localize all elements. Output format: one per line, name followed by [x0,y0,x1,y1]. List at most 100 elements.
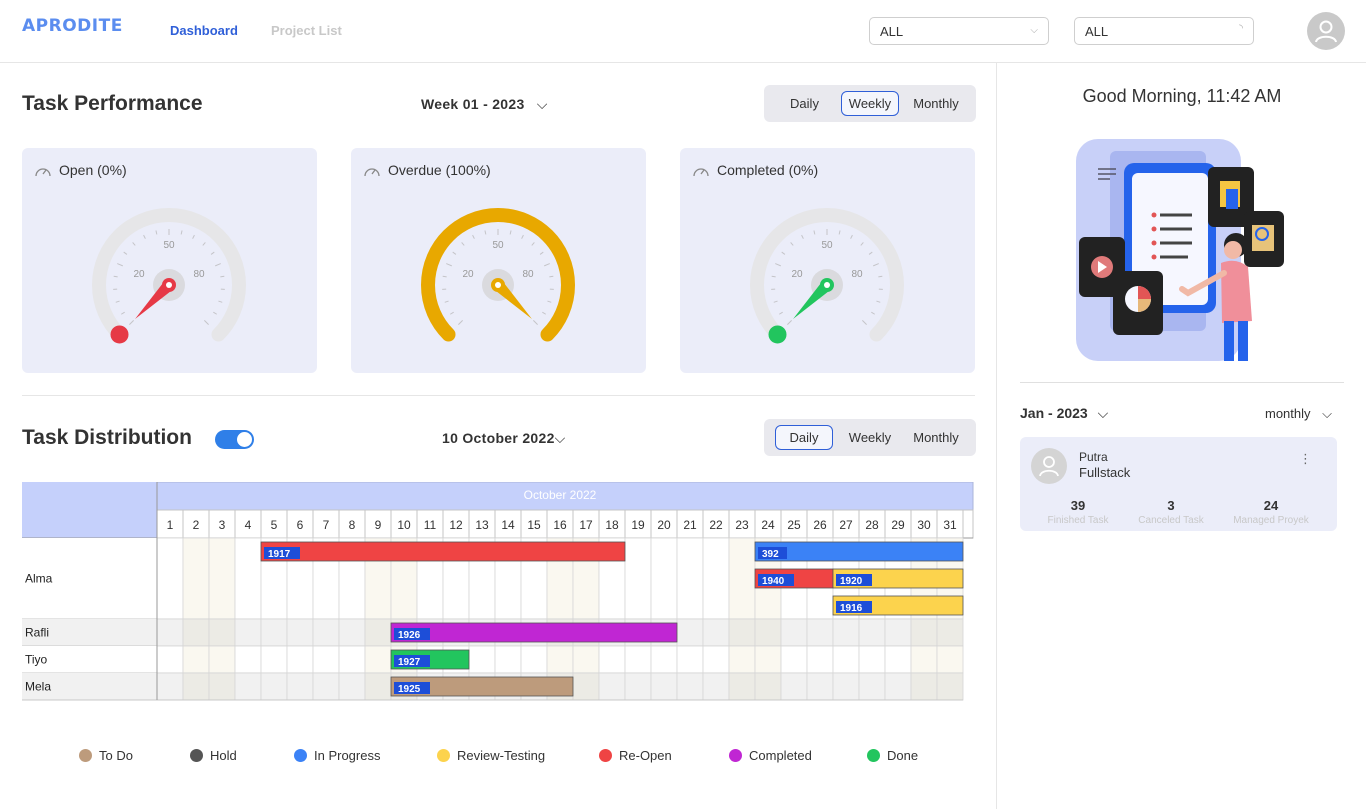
gantt-cell [338,618,366,647]
gauge-tick [120,311,125,315]
gantt-cell [260,672,288,701]
gantt-cell [312,672,340,701]
gantt-cell [806,618,834,647]
section-divider [22,395,975,396]
gauge-tick [787,320,792,325]
legend-in-progress: In Progress [294,748,380,766]
legend-label: Re-Open [619,748,672,763]
gauge-tick [129,320,134,325]
gauge-tick [215,263,221,267]
gantt-cell [208,645,236,674]
date-selector[interactable]: 10 October 2022⌵ [442,430,566,447]
week-selector[interactable]: Week 01 - 2023 ⌵ [421,96,548,113]
legend-dot [294,749,307,762]
gantt-cell [650,537,678,620]
task-performance-title: Task Performance [22,92,203,115]
gantt-task-id: 1925 [398,684,421,695]
gauge-tick [143,234,146,239]
gantt-cell [312,618,340,647]
task-distribution-title: Task Distribution [22,426,192,449]
gantt-day-label: 20 [657,518,671,532]
gantt-cell [286,645,314,674]
gauge-tick [773,300,778,303]
gantt-row-name: Alma [25,572,53,586]
filter-select-2-value: ALL [1085,24,1109,39]
gantt-cell [208,672,236,701]
nav-project-list[interactable]: Project List [271,23,342,38]
month-selector-label: Jan - 2023 [1020,405,1088,421]
gantt-day-label: 25 [787,518,801,532]
gauge-open-label: Open (0%) [59,162,127,178]
gauge-tick [213,311,218,315]
gauge-tick [860,242,864,246]
week-selector-label: Week 01 - 2023 [421,96,525,112]
gantt-day-label: 21 [683,518,697,532]
gantt-cell [728,537,756,620]
gauge-tick [547,300,552,303]
distribution-tab-daily[interactable]: Daily [775,425,833,450]
gantt-task-bar [260,541,626,562]
gauge-hub-center [166,282,172,288]
gantt-cell [598,645,626,674]
month-selector[interactable]: Jan - 2023 ⌵ [1020,405,1108,422]
gantt-cell [676,537,704,620]
gauge-overdue-label: Overdue (100%) [388,162,491,178]
gantt-task-id: 1917 [268,549,291,560]
filter-select-2[interactable]: ALL ◝ [1074,17,1254,45]
distribution-tab-weekly[interactable]: Weekly [841,425,899,450]
legend-dot [79,749,92,762]
gauge-card-open: Open (0%) 20 50 80 [22,148,317,373]
kebab-menu-icon[interactable]: ⋮ [1299,451,1312,467]
gauge-tick [533,320,538,325]
filter-select-1-value: ALL [880,24,904,39]
user-card[interactable]: Putra Fullstack ⋮ 39 Finished Task 3 Cance… [1020,437,1337,531]
gauge-start-dot [768,325,787,344]
period-selector[interactable]: monthly ⌵ [1265,406,1332,422]
performance-tab-weekly[interactable]: Weekly [841,91,899,116]
date-selector-label: 10 October 2022 [442,430,555,446]
gauge-card-overdue: Overdue (100%) 20 50 80 [351,148,646,373]
gantt-day-label: 14 [501,518,515,532]
nav-dashboard[interactable]: Dashboard [170,23,238,38]
performance-period-toggle: Daily Weekly Monthly [764,85,976,122]
gauge-tick [218,300,223,303]
gauge-tick [775,263,781,267]
stat-managed: 24 Managed Proyek [1226,498,1316,526]
chevron-down-icon: ⌵ [536,96,548,112]
gantt-day-label: 4 [245,518,252,532]
dashboard-illustration [1076,139,1284,361]
speedometer-icon [364,168,380,177]
gantt-day-label: 17 [579,518,593,532]
legend-label: Done [887,748,919,763]
gauge-tick [442,275,447,278]
gauge-tick [771,275,776,278]
chevron-down-icon: ⌵ [554,430,566,446]
gantt-day-label: 3 [219,518,226,532]
distribution-toggle[interactable] [215,430,254,449]
performance-tab-monthly[interactable]: Monthly [905,91,967,116]
gantt-cell [182,672,210,701]
gantt-row-name: Mela [25,680,51,694]
gauge-tick-label: 80 [193,269,205,280]
performance-tab-daily[interactable]: Daily [776,91,833,116]
gauge-tick [132,242,136,246]
gauge-tick-label: 50 [163,240,175,251]
stat-label: Managed Proyek [1233,515,1309,526]
gantt-day-label: 9 [375,518,382,532]
distribution-tab-monthly[interactable]: Monthly [905,425,967,450]
gauge-tick [790,242,794,246]
app-logo[interactable]: APRODITE [22,16,123,36]
gantt-cell [494,645,522,674]
gauge-tick [878,275,883,278]
gauge-start-dot [110,325,129,344]
gantt-task-bar [390,622,678,643]
gauge-tick [862,320,867,325]
filter-select-1[interactable]: ALL ⌵ [869,17,1049,45]
legend-label: In Progress [314,748,381,763]
gauge-tick [155,230,158,235]
gantt-cell [910,618,938,647]
legend-dot [867,749,880,762]
gauge-completed: 20 50 80 [750,208,904,344]
gantt-cell [156,645,184,674]
user-avatar[interactable] [1307,12,1345,50]
